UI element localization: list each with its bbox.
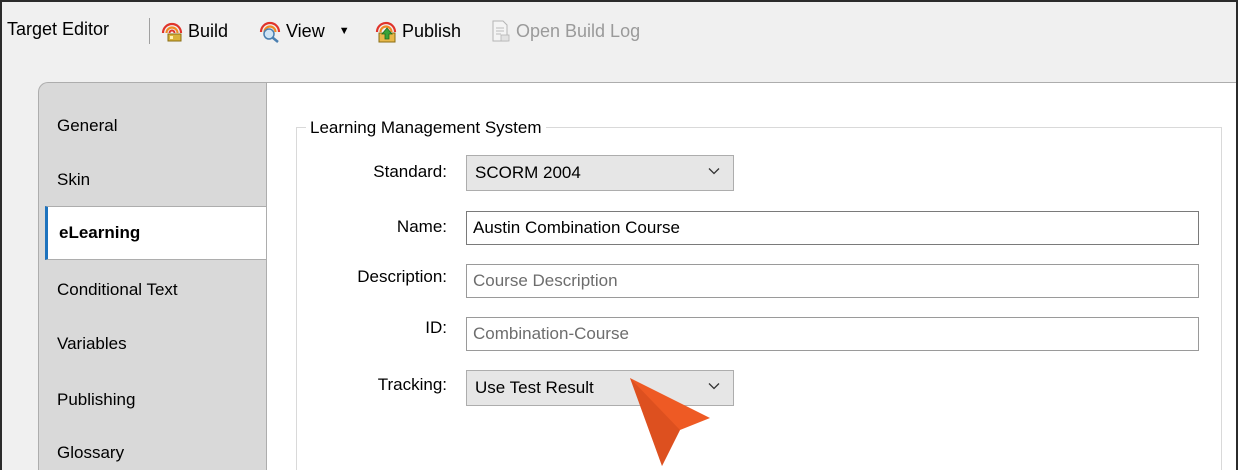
tab-label: Conditional Text — [57, 280, 178, 299]
tab-label: Skin — [57, 170, 91, 189]
tracking-label: Tracking: — [377, 375, 447, 394]
build-log-icon — [488, 19, 512, 43]
publish-button[interactable]: Publish — [374, 16, 461, 46]
tab-variables[interactable]: Variables — [39, 317, 266, 371]
open-build-log-button[interactable]: Open Build Log — [488, 16, 640, 46]
build-icon — [160, 19, 184, 43]
id-label: ID: — [425, 318, 447, 337]
tab-conditional-text[interactable]: Conditional Text — [39, 263, 266, 317]
name-field[interactable]: Austin Combination Course — [466, 211, 1199, 245]
view-label: View — [286, 20, 325, 41]
pointer-arrow-icon — [630, 378, 710, 466]
description-field[interactable]: Course Description — [466, 264, 1199, 298]
build-label: Build — [188, 20, 229, 41]
tab-label: General — [57, 116, 118, 135]
view-icon — [258, 19, 282, 43]
tab-label: Publishing — [57, 390, 136, 409]
publish-icon — [374, 19, 398, 43]
id-field[interactable]: Combination-Course — [466, 317, 1199, 351]
tab-elearning[interactable]: eLearning — [45, 206, 268, 260]
lms-groupbox-legend: Learning Management System — [306, 118, 546, 138]
tab-general[interactable]: General — [39, 99, 266, 153]
toolbar-separator — [149, 18, 150, 44]
publish-label: Publish — [402, 20, 462, 41]
build-button[interactable]: Build — [160, 16, 228, 46]
standard-label: Standard: — [373, 162, 447, 181]
open-build-log-label: Open Build Log — [516, 20, 641, 41]
tab-label: Glossary — [57, 443, 125, 462]
toolbar-title: Target Editor — [7, 19, 110, 39]
description-label: Description: — [357, 267, 447, 286]
description-placeholder: Course Description — [473, 271, 618, 290]
name-value: Austin Combination Course — [473, 218, 680, 237]
target-editor-window: Target Editor Build View ▼ Publish Open … — [0, 0, 1238, 470]
tracking-value: Use Test Result — [475, 378, 594, 397]
tab-label: Variables — [57, 334, 127, 353]
name-label: Name: — [396, 217, 447, 236]
toolbar: Target Editor Build View ▼ Publish Open … — [2, 2, 1236, 64]
tab-label: eLearning — [59, 223, 141, 242]
view-button[interactable]: View ▼ — [258, 16, 350, 46]
tab-glossary[interactable]: Glossary — [39, 426, 266, 470]
tab-publishing[interactable]: Publishing — [39, 373, 266, 427]
standard-select[interactable]: SCORM 2004 — [466, 155, 734, 191]
view-dropdown-icon[interactable]: ▼ — [339, 25, 350, 37]
id-placeholder: Combination-Course — [473, 324, 629, 343]
chevron-down-icon — [708, 168, 720, 175]
tab-list: General Skin eLearning Conditional Text … — [38, 82, 268, 470]
standard-value: SCORM 2004 — [475, 163, 581, 182]
tab-skin[interactable]: Skin — [39, 153, 266, 207]
